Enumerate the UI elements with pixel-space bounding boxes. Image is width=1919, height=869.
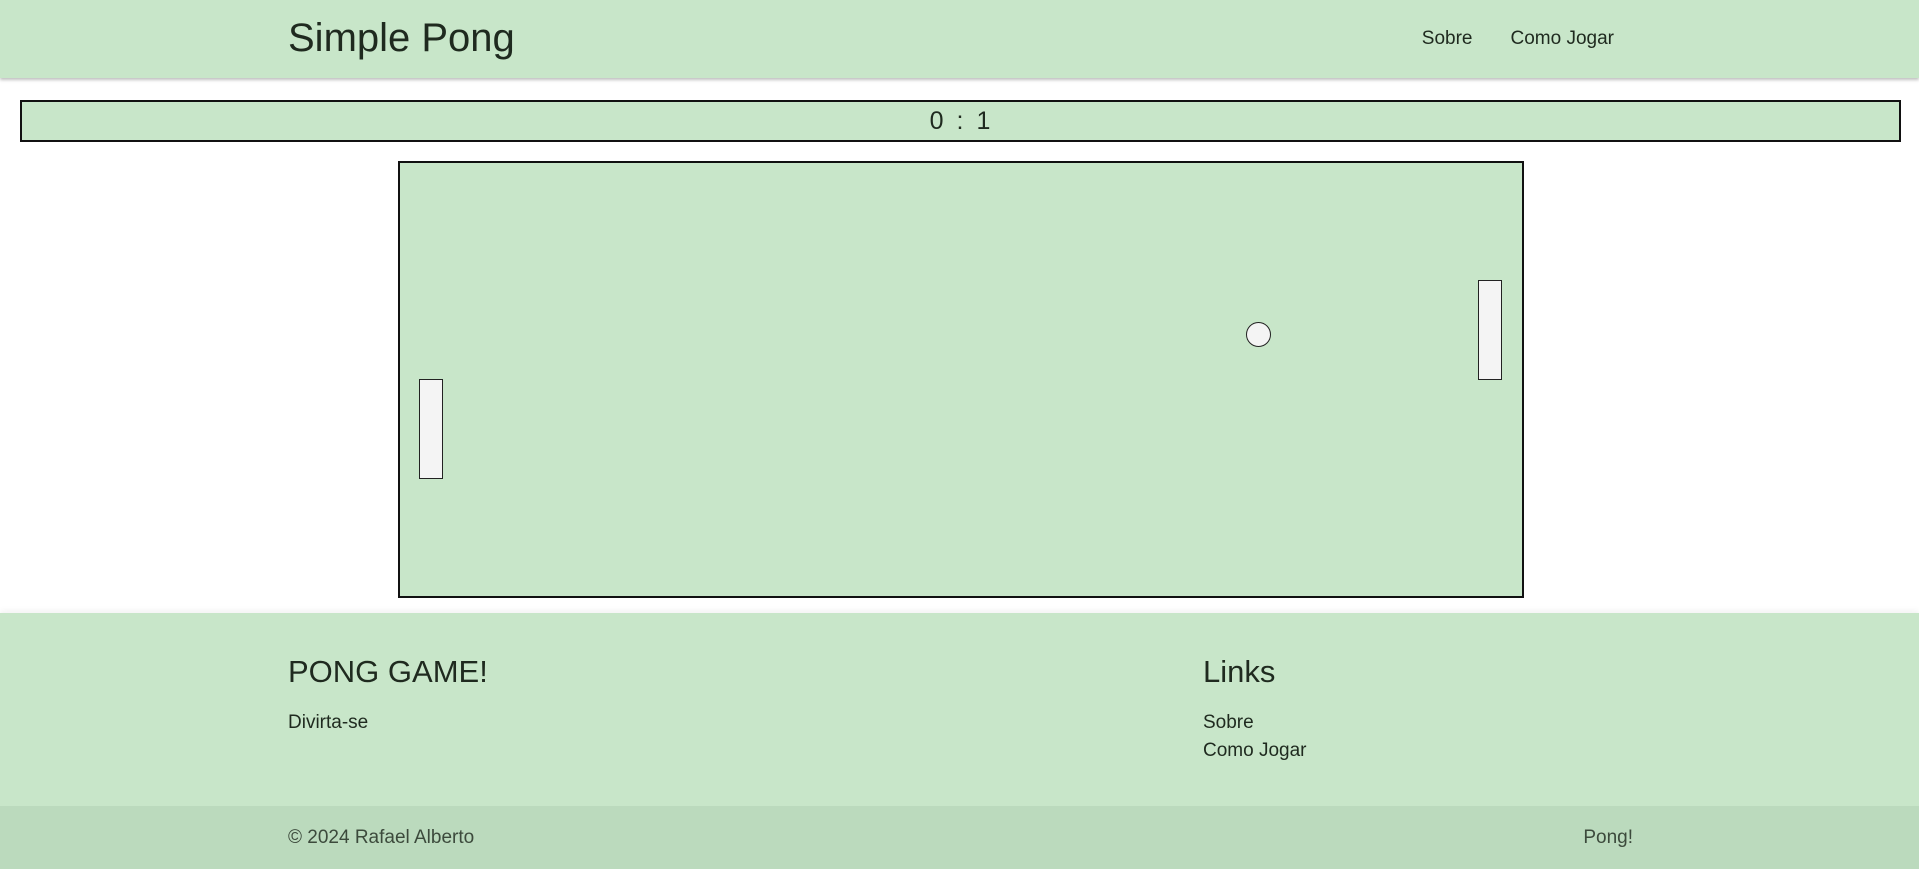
footer: PONG GAME! Divirta-se Links Sobre Como J…	[0, 613, 1919, 806]
footer-about: PONG GAME! Divirta-se	[288, 653, 488, 737]
footer-text: Divirta-se	[288, 712, 369, 733]
right-score: 1	[976, 106, 992, 135]
footer-link-sobre[interactable]: Sobre	[1203, 709, 1307, 737]
nav-link-sobre[interactable]: Sobre	[1422, 28, 1473, 50]
footer-link-como-jogar[interactable]: Como Jogar	[1203, 737, 1307, 765]
footer-links-title: Links	[1203, 654, 1276, 689]
copyright-link-pong[interactable]: Pong!	[1583, 806, 1633, 869]
footer-links: Links Sobre Como Jogar	[1203, 653, 1307, 765]
navbar: Simple Pong Sobre Como Jogar	[0, 0, 1919, 78]
left-score: 0	[929, 106, 945, 135]
game-field[interactable]	[398, 161, 1524, 598]
right-paddle	[1478, 280, 1502, 380]
left-paddle	[419, 379, 443, 479]
ball	[1246, 322, 1271, 347]
nav-link-como-jogar[interactable]: Como Jogar	[1511, 28, 1615, 50]
footer-title: PONG GAME!	[288, 654, 488, 689]
scoreboard: 0 : 1	[20, 100, 1901, 142]
copyright-text: © 2024 Rafael Alberto	[288, 827, 475, 848]
score-separator: :	[956, 106, 965, 135]
copyright-bar: © 2024 Rafael Alberto Pong!	[0, 806, 1919, 869]
nav-links: Sobre Como Jogar	[1384, 0, 1614, 78]
brand-logo[interactable]: Simple Pong	[288, 12, 515, 64]
